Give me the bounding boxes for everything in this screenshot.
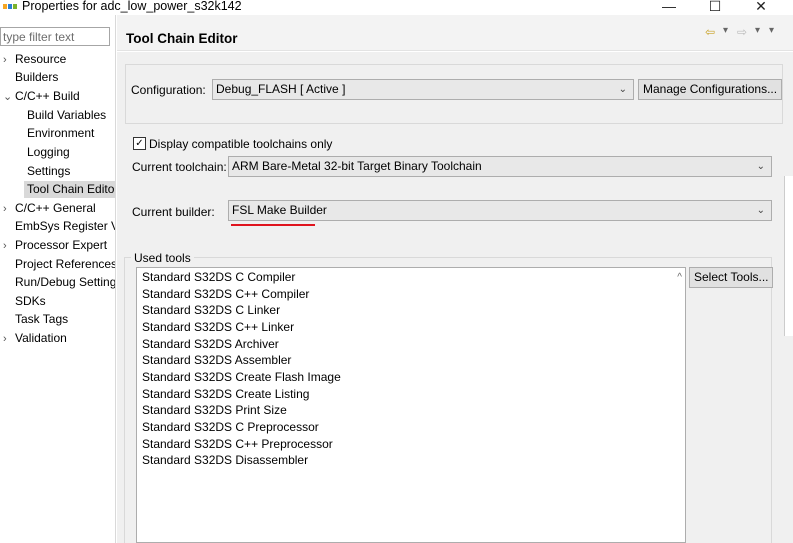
page-header: Tool Chain Editor ⇦ ▾ ⇨ ▾ ▾ [117, 15, 793, 51]
nav-item-c-cpp-general[interactable]: › C/C++ General [3, 200, 115, 217]
list-item[interactable]: Standard S32DS Assembler [142, 352, 291, 369]
list-item[interactable]: Standard S32DS Create Listing [142, 386, 309, 403]
list-item[interactable]: Standard S32DS C++ Linker [142, 319, 294, 336]
chevron-right-icon[interactable]: › [3, 238, 15, 254]
list-item[interactable]: Standard S32DS Disassembler [142, 452, 308, 469]
current-toolchain-label: Current toolchain: [132, 160, 227, 174]
property-nav-pane: ›Resource Builders ⌄C/C++ Build Build Va… [0, 15, 116, 543]
page-content: Configuration: Debug_FLASH [ Active ] ⌄ … [117, 52, 793, 543]
chevron-down-icon[interactable]: ⌄ [3, 89, 15, 105]
list-item[interactable]: Standard S32DS C++ Preprocessor [142, 436, 333, 453]
chevron-down-icon: ⌄ [756, 205, 765, 216]
current-builder-value: FSL Make Builder [232, 203, 327, 217]
nav-item-run-debug-settings[interactable]: Run/Debug Settings [3, 274, 115, 291]
manage-configurations-button[interactable]: Manage Configurations... [638, 79, 783, 100]
nav-item-label: C/C++ General [15, 201, 96, 215]
nav-item-label: Project References [15, 257, 115, 271]
select-tools-button[interactable]: Select Tools... [689, 267, 774, 288]
used-tools-label: Used tools [131, 251, 194, 265]
nav-item-settings[interactable]: Settings [27, 163, 115, 180]
current-toolchain-value: ARM Bare-Metal 32-bit Target Binary Tool… [232, 159, 482, 173]
nav-item-resource[interactable]: › Resource [3, 51, 115, 68]
current-toolchain-select[interactable]: ARM Bare-Metal 32-bit Target Binary Tool… [228, 156, 772, 177]
nav-item-environment[interactable]: Environment [27, 125, 115, 142]
nav-item-label: Processor Expert [15, 238, 108, 252]
nav-item-tool-chain-editor[interactable]: Tool Chain Editor [24, 181, 115, 198]
nav-item-sdks[interactable]: SDKs [3, 293, 115, 310]
nav-item-label: Run/Debug Settings [15, 275, 115, 289]
nav-item-label: SDKs [15, 294, 46, 308]
red-underline-annotation [231, 224, 315, 226]
title-bar: Properties for adc_low_power_s32k142 — ☐… [0, 0, 793, 15]
manage-configurations-label: Manage Configurations... [643, 82, 778, 96]
nav-item-project-references[interactable]: Project References [3, 256, 115, 273]
view-menu-icon[interactable]: ▾ [769, 25, 774, 36]
checkmark-icon: ✓ [135, 138, 144, 149]
configuration-select[interactable]: Debug_FLASH [ Active ] ⌄ [212, 79, 634, 100]
used-tools-list[interactable]: ^ Standard S32DS C Compiler Standard S32… [136, 267, 686, 543]
page-title: Tool Chain Editor [126, 31, 238, 46]
nav-item-label: C/C++ Build [15, 89, 80, 103]
list-item[interactable]: Standard S32DS C Linker [142, 302, 280, 319]
maximize-icon: ☐ [708, 0, 722, 14]
nav-item-build-variables[interactable]: Build Variables [27, 107, 115, 124]
nav-item-embsys-register-view[interactable]: EmbSys Register View [3, 218, 115, 235]
nav-item-task-tags[interactable]: Task Tags [3, 311, 115, 328]
close-button[interactable]: ✕ [738, 0, 784, 15]
select-tools-label: Select Tools... [694, 270, 769, 284]
list-item[interactable]: Standard S32DS Create Flash Image [142, 369, 341, 386]
window-title: Properties for adc_low_power_s32k142 [22, 0, 242, 13]
filter-input[interactable] [1, 28, 109, 45]
list-item[interactable]: Standard S32DS C Preprocessor [142, 419, 319, 436]
filter-box[interactable] [0, 27, 110, 46]
nav-item-processor-expert[interactable]: › Processor Expert [3, 237, 115, 254]
forward-icon[interactable]: ⇨ [737, 25, 747, 39]
background-window-edge [784, 176, 793, 336]
back-dropdown-icon[interactable]: ▾ [723, 25, 728, 36]
list-item[interactable]: Standard S32DS C Compiler [142, 269, 295, 286]
nav-item-c-cpp-build[interactable]: ⌄ C/C++ Build [3, 88, 115, 105]
main-pane: Tool Chain Editor ⇦ ▾ ⇨ ▾ ▾ Configuratio… [117, 15, 793, 543]
app-logo-icon [3, 4, 17, 9]
nav-item-logging[interactable]: Logging [27, 144, 115, 161]
nav-item-validation[interactable]: › Validation [3, 330, 115, 347]
configuration-value: Debug_FLASH [ Active ] [216, 82, 346, 96]
chevron-down-icon: ⌄ [756, 161, 765, 172]
chevron-right-icon[interactable]: › [3, 201, 15, 217]
minimize-icon: — [662, 0, 676, 14]
nav-item-label: Resource [15, 52, 67, 66]
back-icon[interactable]: ⇦ [705, 25, 715, 39]
chevron-right-icon[interactable]: › [3, 331, 15, 347]
nav-item-label: Validation [15, 331, 67, 345]
configuration-group: Configuration: Debug_FLASH [ Active ] ⌄ … [125, 64, 783, 124]
nav-item-label: Settings [27, 164, 71, 178]
nav-item-label: EmbSys Register View [15, 219, 115, 233]
list-item[interactable]: Standard S32DS Archiver [142, 336, 279, 353]
nav-item-label: Logging [27, 145, 70, 159]
maximize-button[interactable]: ☐ [692, 0, 738, 15]
minimize-button[interactable]: — [646, 0, 692, 15]
current-builder-select[interactable]: FSL Make Builder ⌄ [228, 200, 772, 221]
nav-item-builders[interactable]: Builders [3, 69, 115, 86]
list-item[interactable]: Standard S32DS Print Size [142, 402, 287, 419]
chevron-down-icon: ⌄ [618, 84, 627, 95]
chevron-right-icon[interactable]: › [3, 52, 15, 68]
current-builder-label: Current builder: [132, 205, 215, 219]
compatible-toolchains-checkbox[interactable]: ✓ [133, 137, 146, 150]
nav-item-label: Builders [15, 70, 59, 84]
nav-item-label: Tool Chain Editor [27, 182, 115, 196]
nav-item-label: Environment [27, 126, 95, 140]
compatible-toolchains-label: Display compatible toolchains only [149, 137, 333, 151]
scroll-up-icon[interactable]: ^ [677, 272, 682, 283]
list-item[interactable]: Standard S32DS C++ Compiler [142, 286, 309, 303]
nav-item-label: Build Variables [27, 108, 107, 122]
configuration-label: Configuration: [131, 83, 206, 97]
nav-item-label: Task Tags [15, 312, 69, 326]
close-icon: ✕ [755, 0, 767, 14]
forward-dropdown-icon[interactable]: ▾ [755, 25, 760, 36]
